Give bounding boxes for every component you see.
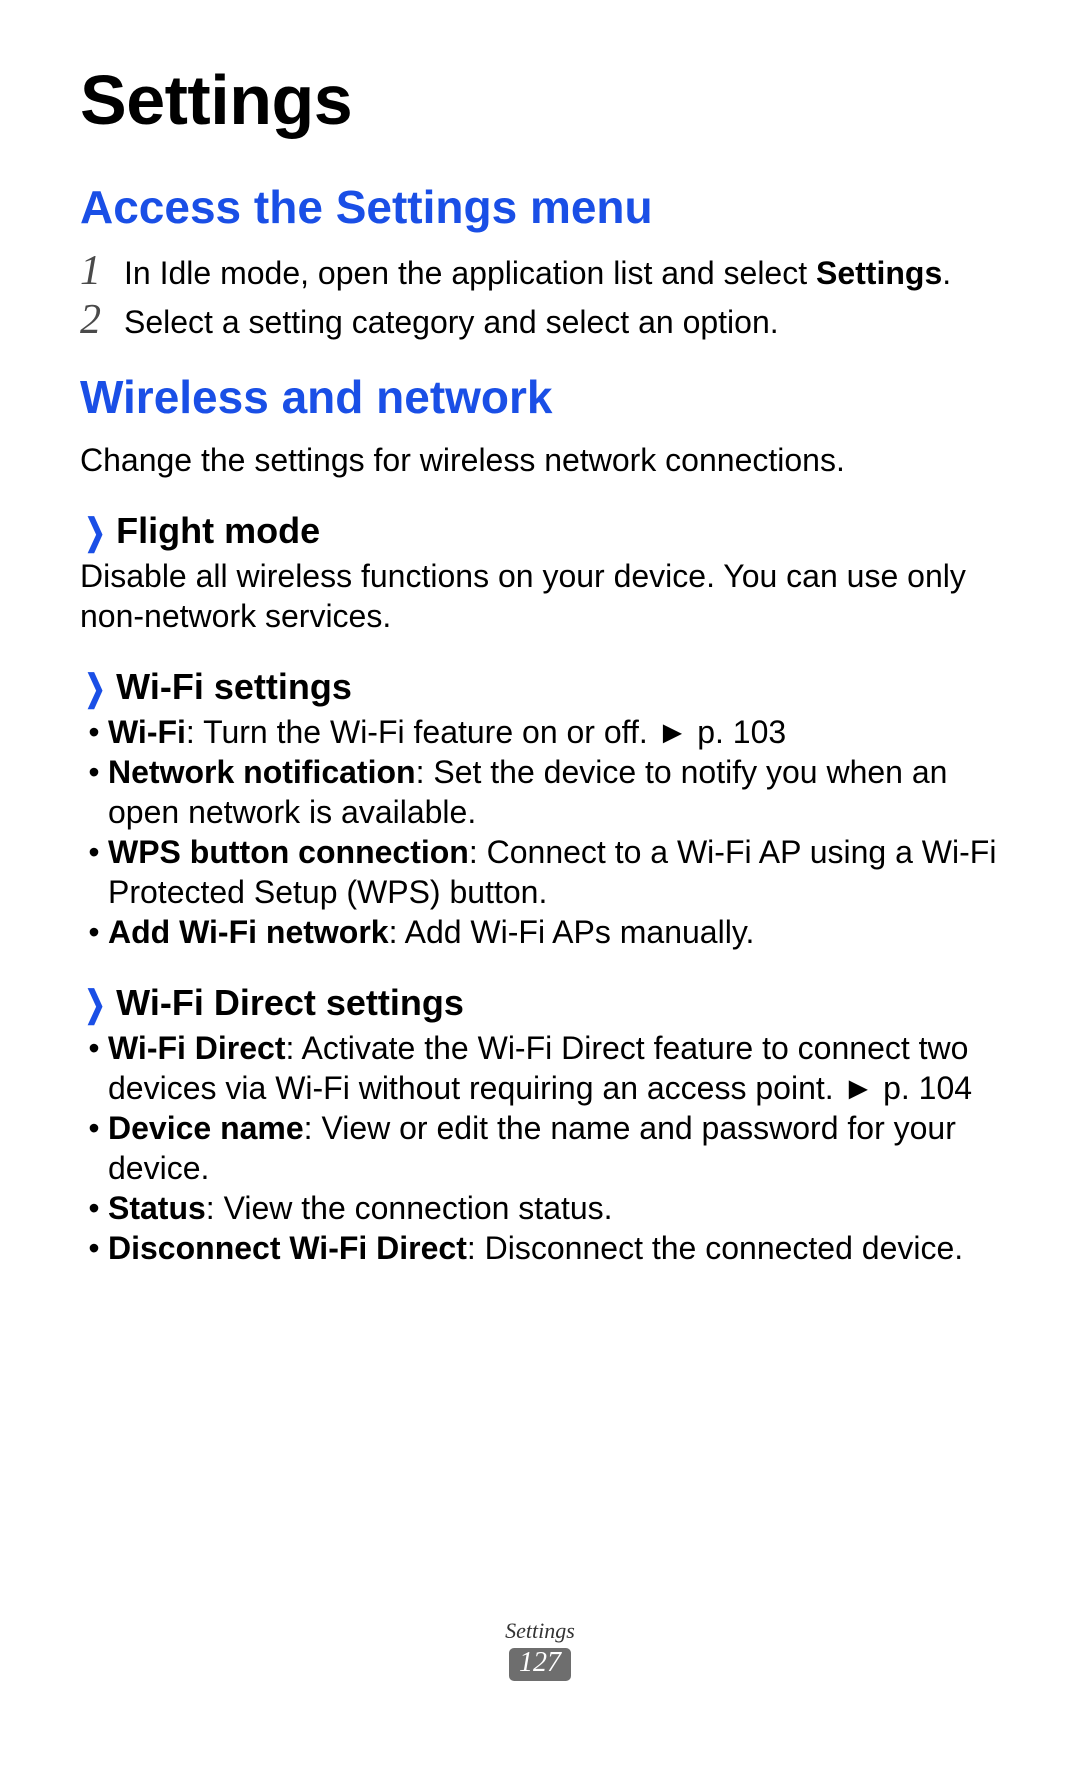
- bullet-icon: •: [80, 1028, 108, 1108]
- bullet-text: WPS button connection: Connect to a Wi-F…: [108, 832, 1000, 912]
- bullet-icon: •: [80, 832, 108, 912]
- bullet-text: Disconnect Wi-Fi Direct: Disconnect the …: [108, 1228, 1000, 1268]
- step-1: 1 In Idle mode, open the application lis…: [80, 250, 1000, 293]
- step-list: 1 In Idle mode, open the application lis…: [80, 250, 1000, 342]
- bullet-icon: •: [80, 912, 108, 952]
- list-item: • Disconnect Wi-Fi Direct: Disconnect th…: [80, 1228, 1000, 1268]
- step-number: 2: [80, 299, 124, 341]
- bullet-bold: Add Wi-Fi network: [108, 914, 389, 950]
- chevron-right-icon: ❯: [85, 667, 106, 709]
- list-item: • Wi-Fi: Turn the Wi-Fi feature on or of…: [80, 712, 1000, 752]
- bullet-bold: Network notification: [108, 754, 416, 790]
- bullet-bold: Status: [108, 1190, 206, 1226]
- bullet-rest: : Turn the Wi-Fi feature on or off. ► p.…: [186, 714, 786, 750]
- section-heading-wireless: Wireless and network: [80, 370, 1000, 424]
- sub-heading-label: Wi-Fi settings: [116, 666, 352, 708]
- bullet-text: Wi-Fi: Turn the Wi-Fi feature on or off.…: [108, 712, 1000, 752]
- bullet-text: Add Wi-Fi network: Add Wi-Fi APs manuall…: [108, 912, 1000, 952]
- step-number: 1: [80, 250, 124, 292]
- bullet-icon: •: [80, 1188, 108, 1228]
- section-desc: Change the settings for wireless network…: [80, 440, 1000, 480]
- bullet-bold: Wi-Fi: [108, 714, 186, 750]
- bullet-bold: Disconnect Wi-Fi Direct: [108, 1230, 467, 1266]
- list-item: • WPS button connection: Connect to a Wi…: [80, 832, 1000, 912]
- step-text: In Idle mode, open the application list …: [124, 253, 951, 293]
- chevron-right-icon: ❯: [85, 511, 106, 553]
- footer-section-label: Settings: [0, 1618, 1080, 1644]
- bullet-text: Network notification: Set the device to …: [108, 752, 1000, 832]
- step-text-pre: Select a setting category and select an …: [124, 304, 779, 340]
- bullet-rest: : Disconnect the connected device.: [467, 1230, 963, 1266]
- bullet-text: Status: View the connection status.: [108, 1188, 1000, 1228]
- step-text-bold: Settings: [816, 255, 942, 291]
- sub-heading-flight-mode: ❯ Flight mode: [80, 510, 1000, 552]
- bullet-icon: •: [80, 712, 108, 752]
- page-title: Settings: [80, 60, 1000, 140]
- bullet-icon: •: [80, 1228, 108, 1268]
- list-item: • Network notification: Set the device t…: [80, 752, 1000, 832]
- list-item: • Wi-Fi Direct: Activate the Wi-Fi Direc…: [80, 1028, 1000, 1108]
- bullet-rest: : Add Wi-Fi APs manually.: [389, 914, 755, 950]
- section-heading-access: Access the Settings menu: [80, 180, 1000, 234]
- list-item: • Status: View the connection status.: [80, 1188, 1000, 1228]
- page-footer: Settings 127: [0, 1618, 1080, 1681]
- bullet-bold: Wi-Fi Direct: [108, 1030, 286, 1066]
- step-text-post: .: [942, 255, 951, 291]
- list-item: • Add Wi-Fi network: Add Wi-Fi APs manua…: [80, 912, 1000, 952]
- sub-heading-wifi-settings: ❯ Wi-Fi settings: [80, 666, 1000, 708]
- bullet-list-wifi: • Wi-Fi: Turn the Wi-Fi feature on or of…: [80, 712, 1000, 952]
- bullet-icon: •: [80, 752, 108, 832]
- sub-heading-label: Flight mode: [116, 510, 320, 552]
- bullet-text: Wi-Fi Direct: Activate the Wi-Fi Direct …: [108, 1028, 1000, 1108]
- step-text: Select a setting category and select an …: [124, 302, 779, 342]
- bullet-bold: WPS button connection: [108, 834, 469, 870]
- bullet-list-wifi-direct: • Wi-Fi Direct: Activate the Wi-Fi Direc…: [80, 1028, 1000, 1268]
- page-number-badge: 127: [509, 1648, 571, 1681]
- bullet-icon: •: [80, 1108, 108, 1188]
- bullet-bold: Device name: [108, 1110, 304, 1146]
- bullet-text: Device name: View or edit the name and p…: [108, 1108, 1000, 1188]
- step-text-pre: In Idle mode, open the application list …: [124, 255, 816, 291]
- sub-heading-label: Wi-Fi Direct settings: [116, 982, 464, 1024]
- step-2: 2 Select a setting category and select a…: [80, 299, 1000, 342]
- bullet-rest: : View the connection status.: [206, 1190, 613, 1226]
- sub-heading-wifi-direct: ❯ Wi-Fi Direct settings: [80, 982, 1000, 1024]
- sub-desc: Disable all wireless functions on your d…: [80, 556, 1000, 636]
- list-item: • Device name: View or edit the name and…: [80, 1108, 1000, 1188]
- chevron-right-icon: ❯: [85, 983, 106, 1025]
- page: Settings Access the Settings menu 1 In I…: [0, 0, 1080, 1771]
